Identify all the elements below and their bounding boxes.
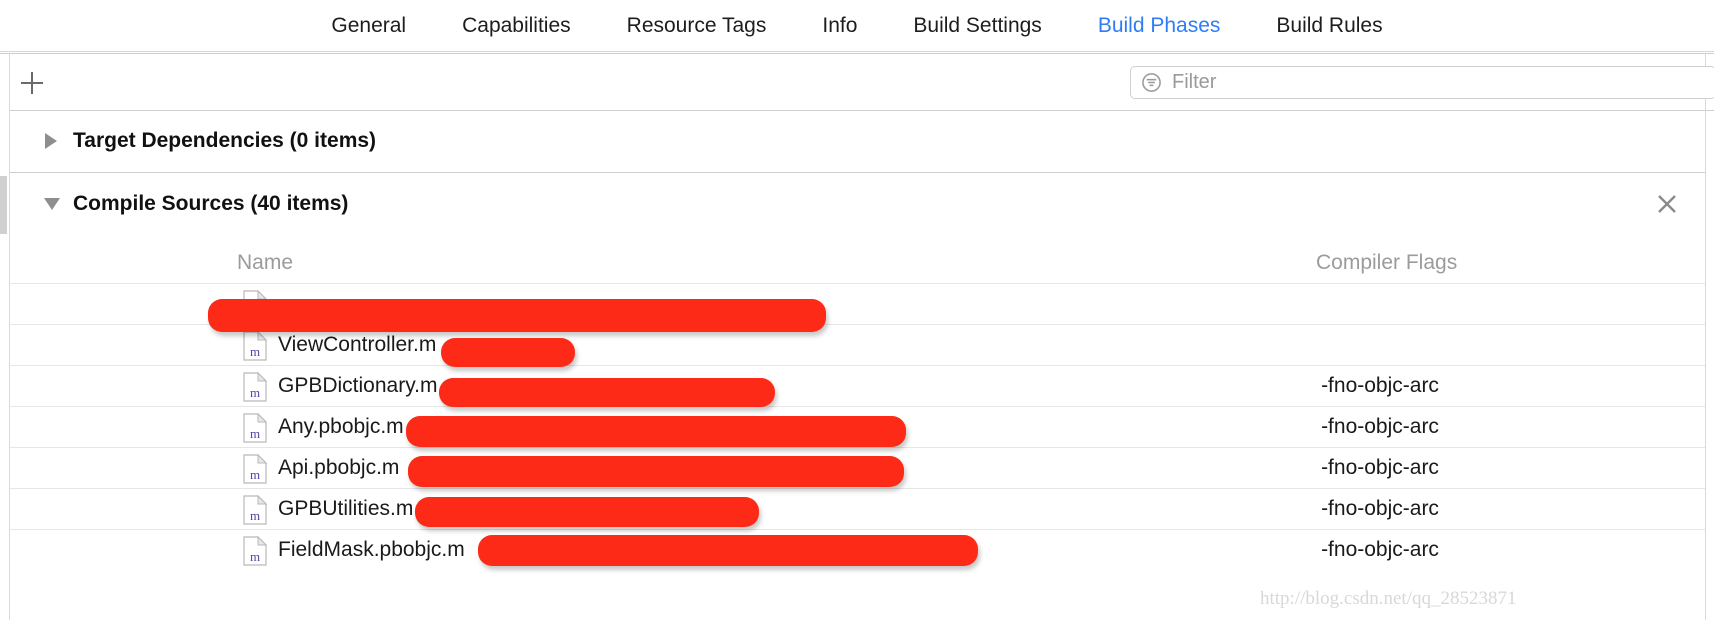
close-icon bbox=[1658, 195, 1676, 213]
tab-build-settings[interactable]: Build Settings bbox=[885, 0, 1069, 52]
svg-text:m: m bbox=[250, 385, 260, 400]
redaction-bar bbox=[408, 456, 904, 487]
column-header-compiler-flags[interactable]: Compiler Flags bbox=[1316, 251, 1457, 275]
tab-build-phases[interactable]: Build Phases bbox=[1070, 0, 1249, 52]
triangle-right-icon[interactable] bbox=[44, 132, 62, 150]
tab-general[interactable]: General bbox=[303, 0, 434, 52]
section-target-dependencies[interactable]: Target Dependencies (0 items) bbox=[10, 110, 1705, 172]
objc-m-file-icon: m bbox=[243, 536, 268, 566]
tab-resource-tags[interactable]: Resource Tags bbox=[599, 0, 795, 52]
project-editor-tabbar: General Capabilities Resource Tags Info … bbox=[0, 0, 1714, 52]
filter-icon bbox=[1142, 73, 1161, 92]
phases-toolbar: Filter bbox=[10, 54, 1714, 111]
table-column-headers: Name Compiler Flags bbox=[10, 235, 1705, 283]
compiler-flag-value[interactable]: -fno-objc-arc bbox=[1250, 456, 1510, 480]
plus-icon bbox=[21, 72, 43, 94]
table-row[interactable]: m GPBDictionary.m -fno-objc-arc bbox=[10, 365, 1705, 406]
file-name-label: GPBDictionary.m bbox=[278, 374, 438, 397]
tab-build-rules[interactable]: Build Rules bbox=[1248, 0, 1410, 52]
compiler-flag-value[interactable]: -fno-objc-arc bbox=[1250, 415, 1510, 439]
filter-input[interactable]: Filter bbox=[1130, 66, 1714, 99]
compiler-flag-value[interactable]: -fno-objc-arc bbox=[1250, 538, 1510, 562]
section-target-dependencies-title: Target Dependencies (0 items) bbox=[73, 129, 377, 152]
objc-m-file-icon: m bbox=[243, 495, 268, 525]
svg-text:m: m bbox=[250, 467, 260, 482]
watermark-text: http://blog.csdn.net/qq_28523871 bbox=[1260, 588, 1517, 609]
objc-m-file-icon: m bbox=[243, 413, 268, 443]
file-name-label: ViewController.m bbox=[278, 333, 437, 356]
tab-info[interactable]: Info bbox=[794, 0, 885, 52]
file-name-label: Any.pbobjc.m bbox=[278, 415, 404, 438]
redaction-bar bbox=[406, 416, 906, 447]
column-header-name[interactable]: Name bbox=[237, 251, 293, 275]
tabbar-divider bbox=[0, 51, 1714, 52]
objc-m-file-icon: m bbox=[243, 454, 268, 484]
section-compile-sources-title: Compile Sources (40 items) bbox=[73, 192, 349, 215]
objc-m-file-icon: m bbox=[243, 331, 268, 361]
redaction-bar bbox=[478, 535, 978, 566]
file-name-label: FieldMask.pbobjc.m bbox=[278, 538, 465, 561]
tab-capabilities[interactable]: Capabilities bbox=[434, 0, 599, 52]
redaction-bar bbox=[208, 299, 826, 332]
triangle-down-icon[interactable] bbox=[44, 195, 62, 213]
vertical-scrollbar[interactable] bbox=[0, 176, 7, 234]
table-row[interactable]: m GPBUtilities.m -fno-objc-arc bbox=[10, 488, 1705, 529]
compiler-flag-value[interactable]: -fno-objc-arc bbox=[1250, 374, 1510, 398]
file-name-label: Api.pbobjc.m bbox=[278, 456, 400, 479]
section-compile-sources[interactable]: Compile Sources (40 items) bbox=[10, 173, 1705, 235]
redaction-bar bbox=[441, 338, 575, 367]
svg-text:m: m bbox=[250, 344, 260, 359]
svg-text:m: m bbox=[250, 508, 260, 523]
pane-right-border bbox=[1705, 54, 1706, 620]
filter-placeholder: Filter bbox=[1172, 71, 1217, 93]
objc-m-file-icon: m bbox=[243, 372, 268, 402]
file-name-label: GPBUtilities.m bbox=[278, 497, 414, 520]
svg-text:m: m bbox=[250, 426, 260, 441]
svg-text:m: m bbox=[250, 549, 260, 564]
redaction-bar bbox=[415, 497, 759, 527]
add-build-phase-button[interactable] bbox=[17, 68, 47, 98]
redaction-bar bbox=[439, 378, 775, 407]
compiler-flag-value[interactable]: -fno-objc-arc bbox=[1250, 497, 1510, 521]
remove-phase-button[interactable] bbox=[1654, 191, 1680, 217]
